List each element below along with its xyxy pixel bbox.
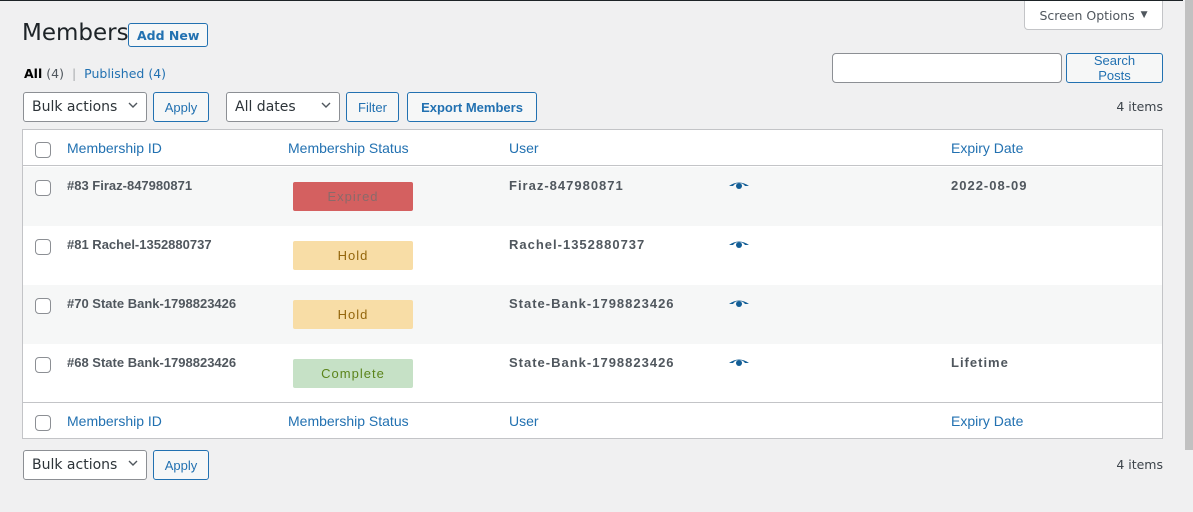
add-new-button[interactable]: Add New — [128, 23, 209, 47]
table-row: #68 State Bank-1798823426 Complete State… — [23, 344, 1162, 403]
view-all[interactable]: All (4) — [24, 66, 64, 81]
table-row: #81 Rachel-1352880737 Hold Rachel-135288… — [23, 226, 1162, 285]
bulk-actions-value: Bulk actions — [32, 99, 118, 115]
apply-button-bottom[interactable]: Apply — [153, 450, 209, 480]
status-badge: Expired — [293, 182, 413, 211]
bulk-actions-value: Bulk actions — [32, 457, 118, 473]
export-members-button[interactable]: Export Members — [407, 92, 537, 122]
view-all-label: All — [24, 66, 43, 81]
column-user[interactable]: User — [509, 413, 539, 429]
items-count-top: 4 items — [1116, 99, 1163, 114]
row-checkbox[interactable] — [35, 239, 51, 255]
search-input[interactable] — [832, 53, 1062, 83]
select-all-checkbox-footer[interactable] — [35, 415, 51, 431]
view-published-label: Published — [84, 66, 145, 81]
row-checkbox[interactable] — [35, 180, 51, 196]
view-published[interactable]: Published (4) — [84, 66, 166, 81]
membership-id[interactable]: #81 Rachel-1352880737 — [67, 237, 212, 252]
dates-select[interactable]: All dates — [226, 92, 340, 122]
view-filters: All (4) | Published (4) — [24, 66, 166, 81]
status-badge: Hold — [293, 241, 413, 270]
apply-button-top[interactable]: Apply — [153, 92, 209, 122]
user-name: Rachel-1352880737 — [509, 237, 646, 252]
select-all-checkbox[interactable] — [35, 142, 51, 158]
membership-id[interactable]: #83 Firaz-847980871 — [67, 178, 192, 193]
column-expiry-date[interactable]: Expiry Date — [951, 413, 1023, 429]
status-badge: Hold — [293, 300, 413, 329]
view-all-count: (4) — [46, 66, 64, 81]
table-row: #70 State Bank-1798823426 Hold State-Ban… — [23, 285, 1162, 344]
user-name: Firaz-847980871 — [509, 178, 624, 193]
column-membership-status[interactable]: Membership Status — [288, 413, 409, 429]
screen-options-button[interactable]: Screen Options ▼ — [1024, 1, 1163, 30]
members-table: Membership ID Membership Status User Exp… — [22, 129, 1163, 439]
dates-value: All dates — [235, 99, 296, 115]
column-user[interactable]: User — [509, 140, 539, 156]
chevron-down-icon — [128, 460, 138, 466]
items-count-bottom: 4 items — [1116, 457, 1163, 472]
admin-bar-edge — [0, 0, 1183, 1]
column-membership-status[interactable]: Membership Status — [288, 140, 409, 156]
screen-options-label: Screen Options — [1039, 7, 1135, 23]
search-posts-button[interactable]: Search Posts — [1066, 53, 1163, 83]
table-header: Membership ID Membership Status User Exp… — [23, 130, 1162, 166]
expiry-date: Lifetime — [951, 355, 1009, 370]
bulk-actions-select-bottom[interactable]: Bulk actions — [23, 450, 147, 480]
user-name: State-Bank-1798823426 — [509, 355, 675, 370]
status-badge: Complete — [293, 359, 413, 388]
table-footer: Membership ID Membership Status User Exp… — [23, 402, 1162, 438]
bulk-actions-select-top[interactable]: Bulk actions — [23, 92, 147, 122]
filter-button[interactable]: Filter — [346, 92, 399, 122]
eye-icon[interactable] — [729, 180, 749, 190]
row-checkbox[interactable] — [35, 357, 51, 373]
eye-icon[interactable] — [729, 298, 749, 308]
chevron-down-icon — [321, 102, 331, 108]
membership-id[interactable]: #68 State Bank-1798823426 — [67, 355, 236, 370]
user-name: State-Bank-1798823426 — [509, 296, 675, 311]
row-checkbox[interactable] — [35, 298, 51, 314]
page-title: Members — [22, 20, 129, 46]
eye-icon[interactable] — [729, 357, 749, 367]
page-scrollbar[interactable] — [1185, 0, 1193, 450]
column-membership-id[interactable]: Membership ID — [67, 413, 162, 429]
expiry-date: 2022-08-09 — [951, 178, 1028, 193]
table-row: #83 Firaz-847980871 Expired Firaz-847980… — [23, 167, 1162, 226]
view-separator: | — [71, 66, 77, 81]
column-membership-id[interactable]: Membership ID — [67, 140, 162, 156]
chevron-down-icon — [128, 102, 138, 108]
eye-icon[interactable] — [729, 239, 749, 249]
column-expiry-date[interactable]: Expiry Date — [951, 140, 1023, 156]
membership-id[interactable]: #70 State Bank-1798823426 — [67, 296, 236, 311]
view-published-count: (4) — [148, 66, 167, 81]
caret-down-icon: ▼ — [1140, 10, 1148, 20]
